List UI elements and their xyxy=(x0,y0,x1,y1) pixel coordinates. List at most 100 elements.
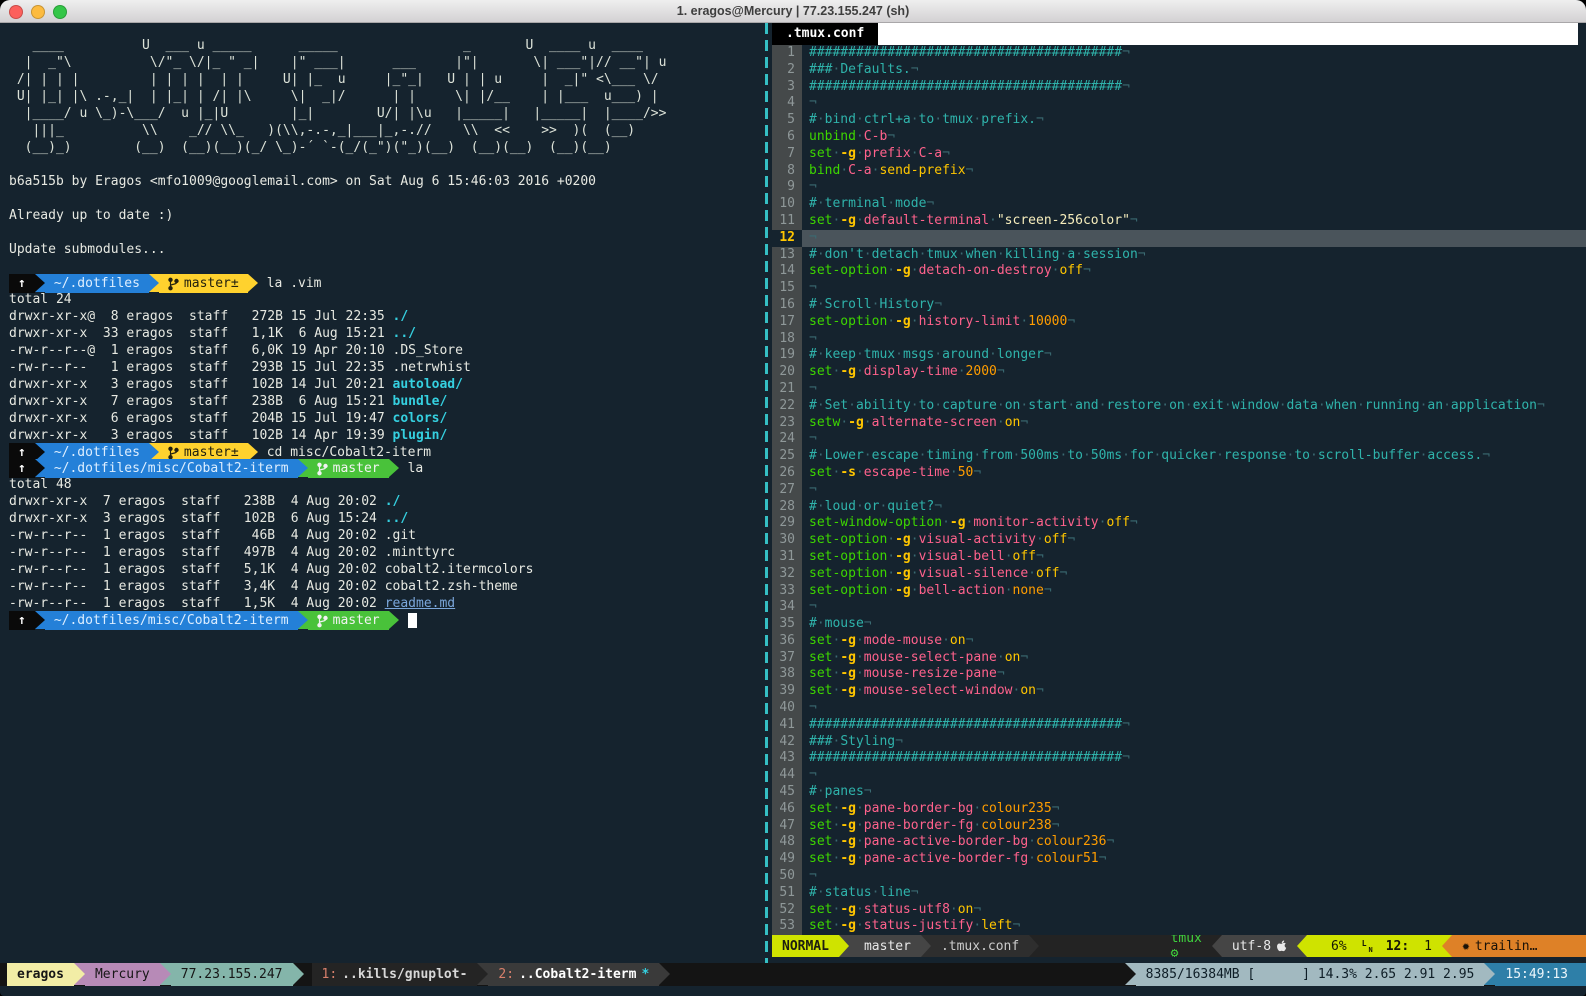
vim-line: 39set·-g·mouse-select-window·on¬ xyxy=(772,683,1586,700)
code-token: ######################################## xyxy=(809,45,1122,60)
shell-pane[interactable]: ____ U ___ u _____ _____ _ U ____ u ____… xyxy=(0,23,764,963)
whitespace-dot: · xyxy=(817,247,825,262)
terminal-cursor[interactable] xyxy=(408,613,417,628)
window-index: 1: xyxy=(322,967,338,982)
eol-mark: ¬ xyxy=(1044,583,1052,598)
code-token: set-option xyxy=(809,549,887,564)
vim-buffer[interactable]: 1#######################################… xyxy=(772,45,1586,935)
code-token: ### xyxy=(809,62,832,77)
code-token: on xyxy=(1005,415,1021,430)
code-line: ¬ xyxy=(802,700,1586,717)
tmux-pane-border[interactable] xyxy=(765,23,768,963)
vim-line: 29set-window-option·-g·monitor-activity·… xyxy=(772,515,1586,532)
powerline-separator xyxy=(298,459,308,477)
eol-mark: ¬ xyxy=(1036,112,1044,127)
branch-name: master xyxy=(864,939,911,954)
code-token: running xyxy=(1365,398,1420,413)
file-permissions: -rw-r--r-- 1 eragos staff 5,1K 4 Aug 20:… xyxy=(9,562,385,577)
window-name: ..Cobalt2-iterm xyxy=(519,967,636,982)
whitespace-dot: · xyxy=(817,297,825,312)
prompt-path-segment: ~/.dotfiles/misc/Cobalt2-iterm xyxy=(45,459,298,478)
eol-mark: ¬ xyxy=(1099,851,1107,866)
whitespace-dot: · xyxy=(887,549,895,564)
line-number: 23 xyxy=(772,415,802,432)
code-line: set-option·-g·visual-silence·off¬ xyxy=(802,566,1586,583)
scroll-percent: 6% xyxy=(1331,939,1347,954)
whitespace-dot: · xyxy=(895,347,903,362)
ascii-art-line: /| | | | | | | | | | U| |_ u |_"_| U | |… xyxy=(9,71,764,88)
code-token: # xyxy=(809,196,817,211)
code-token: -g xyxy=(950,515,966,530)
file-permissions: drwxr-xr-x 7 eragos staff 238B 4 Aug 20:… xyxy=(9,494,385,509)
vim-pane[interactable]: .tmux.conf 1############################… xyxy=(772,23,1586,963)
code-token: ### xyxy=(809,734,832,749)
code-token: set xyxy=(809,902,832,917)
whitespace-dot: · xyxy=(887,196,895,211)
whitespace-dot: · xyxy=(856,465,864,480)
vim-line: 33set-option·-g·bell-action·none¬ xyxy=(772,583,1586,600)
vim-tab[interactable]: .tmux.conf xyxy=(772,23,878,45)
line-number: 17 xyxy=(772,314,802,331)
close-button[interactable] xyxy=(9,5,23,19)
eol-mark: ¬ xyxy=(1052,801,1060,816)
line-number: 4 xyxy=(772,95,802,112)
vim-line: 38set·-g·mouse-resize-pane¬ xyxy=(772,666,1586,683)
code-token: set xyxy=(809,818,832,833)
minimize-button[interactable] xyxy=(31,5,45,19)
line-number: 8 xyxy=(772,163,802,180)
session-user: eragos xyxy=(7,963,74,986)
vim-line: 50¬ xyxy=(772,868,1586,885)
code-line: set·-g·pane-border-fg·colour238¬ xyxy=(802,818,1586,835)
vim-line: 2###·Defaults.¬ xyxy=(772,62,1586,79)
file-permissions: drwxr-xr-x@ 8 eragos staff 272B 15 Jul 2… xyxy=(9,309,393,324)
eol-mark: ¬ xyxy=(895,734,903,749)
line-number: 1 xyxy=(772,45,802,62)
branch-icon xyxy=(317,462,328,476)
vim-line: 48set·-g·pane-active-border-bg·colour236… xyxy=(772,834,1586,851)
whitespace-dot: · xyxy=(817,448,825,463)
file-permissions: drwxr-xr-x 3 eragos staff 102B 14 Apr 19… xyxy=(9,428,393,443)
tmux-window-2-active[interactable]: 2:..Cobalt2-iterm* xyxy=(488,963,659,986)
file-name: ./ xyxy=(393,309,409,324)
whitespace-dot: · xyxy=(817,616,825,631)
file-name[interactable]: readme.md xyxy=(385,596,455,611)
line-number: 39 xyxy=(772,683,802,700)
branch-name: master xyxy=(333,612,380,629)
eol-mark: ¬ xyxy=(911,885,919,900)
terminal-output-line: total 48 xyxy=(9,476,764,493)
code-token: 10000 xyxy=(1028,314,1067,329)
vim-line: 11set·-g·default-terminal·"screen-256col… xyxy=(772,213,1586,230)
code-token: set xyxy=(809,633,832,648)
file-list-row: -rw-r--r--@ 1 eragos staff 6,0K 19 Apr 2… xyxy=(9,342,764,359)
line-number: 5 xyxy=(772,112,802,129)
code-token: off xyxy=(1013,549,1036,564)
zoom-button[interactable] xyxy=(53,5,67,19)
code-token: default-terminal xyxy=(864,213,989,228)
code-token: quiet? xyxy=(887,499,934,514)
whitespace-dot: · xyxy=(1216,448,1224,463)
code-token: panes xyxy=(825,784,864,799)
code-token: # xyxy=(809,347,817,362)
whitespace-dot: · xyxy=(1067,398,1075,413)
code-token: data xyxy=(1287,398,1318,413)
code-token: when xyxy=(966,247,997,262)
code-token: to xyxy=(1067,448,1083,463)
tmux-window-1[interactable]: 1:..kills/gnuplot- xyxy=(312,963,478,986)
vim-line: 51#·status·line¬ xyxy=(772,885,1586,902)
whitespace-dot: · xyxy=(817,885,825,900)
file-name: .git xyxy=(385,528,416,543)
titlebar[interactable]: 1. eragos@Mercury | 77.23.155.247 (sh) xyxy=(0,0,1586,23)
whitespace-dot: · xyxy=(911,566,919,581)
code-line: #·Lower·escape·timing·from·500ms·to·50ms… xyxy=(802,448,1586,465)
code-token: mode xyxy=(895,196,926,211)
ascii-art-line: |____/ u \_)-\___/ u |_|U |_| U/| |\u |_… xyxy=(9,105,764,122)
vim-line: 6unbind·C-b¬ xyxy=(772,129,1586,146)
whitespace-dot: · xyxy=(942,515,950,530)
code-token: -g xyxy=(895,566,911,581)
eol-mark: ¬ xyxy=(1067,532,1075,547)
whitespace-dot: · xyxy=(864,448,872,463)
file-list-row: -rw-r--r-- 1 eragos staff 46B 4 Aug 20:0… xyxy=(9,527,764,544)
code-line: set-option·-g·visual-activity·off¬ xyxy=(802,532,1586,549)
terminal-output-line: b6a515b by Eragos <mfo1009@googlemail.co… xyxy=(9,173,764,190)
code-token: -g xyxy=(840,364,856,379)
